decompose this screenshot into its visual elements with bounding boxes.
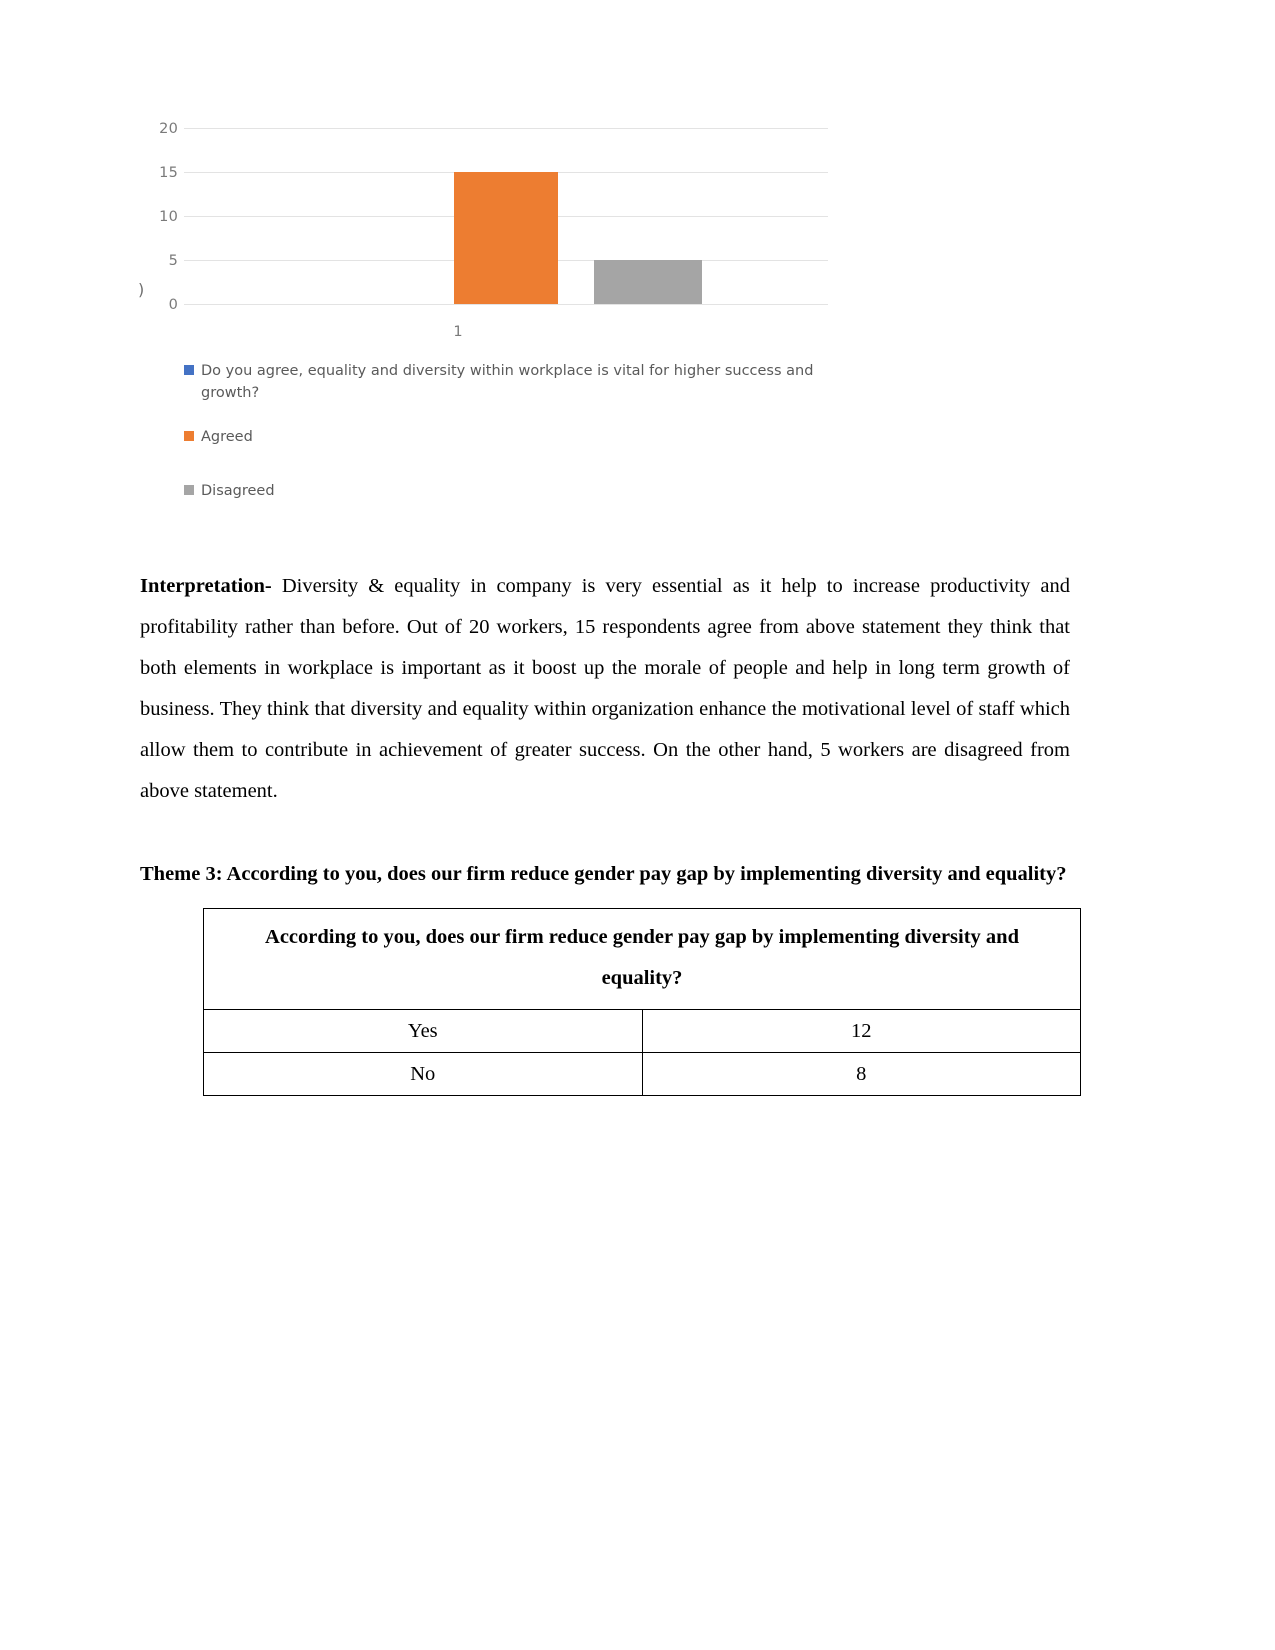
interpretation-text: Diversity & equality in company is very …	[140, 574, 1070, 802]
bar-disagreed	[594, 260, 702, 304]
bar-chart-figure: 20 15 10 5 0 ) 1 Do you agree, equality …	[136, 122, 896, 508]
chart-grid	[184, 128, 828, 314]
table-row: No 8	[203, 1052, 1081, 1096]
legend-label-question: Do you agree, equality and diversity wit…	[201, 363, 814, 402]
y-tick-0: 0	[168, 297, 178, 313]
interpretation-paragraph: Interpretation- Diversity & equality in …	[140, 566, 1070, 812]
gridline-0	[184, 304, 828, 305]
table-cell-label-yes: Yes	[203, 1009, 643, 1053]
table-cell-value-no: 8	[641, 1052, 1081, 1096]
table-header-cell: According to you, does our firm reduce g…	[203, 908, 1081, 1010]
legend-item-agreed: Agreed	[184, 426, 884, 448]
stray-paren-glyph: )	[138, 280, 145, 299]
y-tick-20: 20	[159, 121, 178, 137]
legend-swatch-gray-icon	[184, 485, 194, 496]
bar-agreed	[454, 172, 558, 304]
interpretation-label: Interpretation-	[140, 574, 272, 597]
table-row: Yes 12	[203, 1009, 1081, 1053]
x-tick-1: 1	[453, 324, 463, 340]
legend-swatch-orange-icon	[184, 431, 194, 442]
theme-3-heading: Theme 3: According to you, does our firm…	[140, 862, 1067, 885]
table-cell-value-yes: 12	[641, 1009, 1081, 1053]
table-cell-label-no: No	[203, 1052, 643, 1096]
legend-swatch-blue-icon	[184, 365, 194, 375]
chart-legend: Do you agree, equality and diversity wit…	[184, 360, 884, 524]
y-tick-5: 5	[168, 253, 178, 269]
theme-3-table: According to you, does our firm reduce g…	[203, 908, 1081, 1096]
y-tick-10: 10	[159, 209, 178, 225]
legend-item-question: Do you agree, equality and diversity wit…	[184, 360, 884, 404]
gridline-20	[184, 128, 828, 129]
document-page: 20 15 10 5 0 ) 1 Do you agree, equality …	[0, 0, 1275, 1650]
legend-label-disagreed: Disagreed	[201, 483, 275, 500]
legend-label-agreed: Agreed	[201, 429, 253, 446]
y-tick-15: 15	[159, 165, 178, 181]
legend-item-disagreed: Disagreed	[184, 480, 884, 502]
table-header-row: According to you, does our firm reduce g…	[203, 908, 1081, 1010]
chart-plot-area: 20 15 10 5 0 ) 1	[136, 122, 896, 340]
